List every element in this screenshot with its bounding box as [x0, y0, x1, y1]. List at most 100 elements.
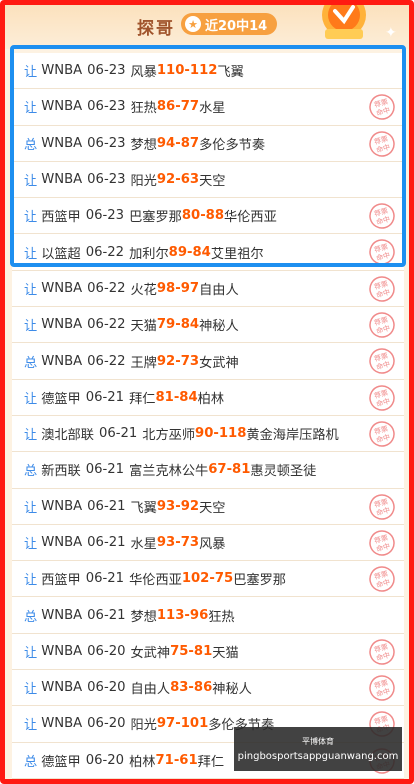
- away-score: 112: [189, 63, 218, 79]
- away-score: 61: [179, 752, 198, 768]
- home-team: 风暴: [130, 65, 157, 81]
- home-score: 81: [155, 389, 174, 405]
- result-row[interactable]: 总 WNBA 06-23 梦想 94 - 87 多伦多节奏 荐票 命中: [12, 126, 404, 162]
- away-team: 惠灵顿圣徒: [250, 464, 317, 480]
- match-date: 06-22: [87, 280, 126, 296]
- away-team: 风暴: [199, 537, 226, 552]
- match-date: 06-23: [87, 63, 126, 79]
- bet-type-tag: 让: [24, 246, 38, 262]
- result-row[interactable]: 让 WNBA 06-23 阳光 92 - 63 天空: [12, 162, 404, 199]
- league-name: WNBA: [41, 716, 83, 732]
- league-name: 西篮甲: [41, 573, 81, 589]
- result-row[interactable]: 让西篮甲 06-23 巴塞罗那 80 - 88 华伦西亚 荐票 命中: [12, 198, 404, 235]
- league-name: 新西联: [41, 464, 81, 480]
- away-team: 艾里祖尔: [210, 246, 264, 262]
- bet-type-tag: 让: [24, 174, 38, 190]
- match-date: 06-22: [85, 244, 125, 260]
- result-row[interactable]: 让 WNBA 06-21 飞翼 93 - 92 天空 荐票 命中: [12, 489, 404, 525]
- match-date: 06-23: [85, 208, 125, 224]
- watermark-line2: pingbosportsappguanwang.com: [237, 751, 399, 762]
- result-row[interactable]: 让 WNBA 06-20 女武神 75 - 81 天猫 荐票 命中: [12, 634, 404, 671]
- result-row[interactable]: 让 WNBA 06-23 狂热 86 - 77 水星 荐票 命中: [12, 89, 404, 126]
- home-team: 北方巫师: [142, 428, 196, 444]
- hit-stamp-icon: 荐票命中: [369, 312, 395, 338]
- away-team: 天空: [199, 174, 226, 190]
- league-name: 西篮甲: [41, 210, 81, 226]
- result-list: 让 WNBA 06-23 风暴 110 - 112 飞翼让 WNBA 06-23 狂热 86 - …: [12, 53, 404, 779]
- home-score: 102: [181, 571, 210, 587]
- hit-stamp-icon: 荐票命中: [369, 348, 395, 375]
- record-badge: ★ 近20中14: [181, 13, 278, 35]
- hit-stamp-icon: 荐票命中: [369, 566, 395, 592]
- away-score: 84: [180, 317, 200, 333]
- away-score: 63: [180, 172, 200, 188]
- trophy-medal-icon: [322, 5, 366, 39]
- league-name: WNBA: [41, 643, 83, 659]
- home-score: 71: [155, 752, 174, 768]
- away-team: 天空: [199, 500, 226, 516]
- match-date: 06-21: [85, 571, 125, 587]
- away-score: 73: [180, 353, 200, 369]
- home-score: 75: [170, 643, 189, 659]
- away-score: 96: [189, 607, 209, 623]
- result-row[interactable]: 让 WNBA 06-21 水星 93 - 73 风暴 荐票 命中: [12, 525, 404, 562]
- match-date: 06-21: [85, 462, 125, 478]
- result-row[interactable]: 让 WNBA 06-22 火花 98 - 97 自由人 荐票 命中: [12, 271, 404, 308]
- away-team: 拜仁: [197, 754, 225, 770]
- away-team: 天猫: [212, 645, 239, 661]
- bet-type-tag: 让: [24, 682, 38, 698]
- result-row[interactable]: 总 WNBA 06-22 王牌 92 - 73 女武神 荐票 命中: [12, 343, 404, 380]
- league-name: WNBA: [41, 280, 83, 296]
- result-row[interactable]: 让德篮甲 06-21 拜仁 81 - 84 柏林 荐票 命中: [12, 380, 404, 416]
- away-team: 多伦多节奏: [199, 137, 266, 153]
- result-row[interactable]: 让西篮甲 06-21 华伦西亚 102 - 75 巴塞罗那 荐票 命中: [12, 561, 404, 598]
- away-team: 水星: [199, 101, 226, 117]
- result-row[interactable]: 总 WNBA 06-21 梦想 113 - 96 狂热: [12, 597, 404, 634]
- bet-type-tag: 让: [24, 65, 38, 81]
- away-score: 118: [218, 426, 247, 442]
- match-date: 06-22: [87, 353, 126, 369]
- result-row[interactable]: 让以篮超 06-22 加利尔 89 - 84 艾里祖尔 荐票 命中: [12, 234, 404, 271]
- match-date: 06-23: [87, 99, 126, 115]
- home-score: 67: [208, 462, 227, 478]
- league-name: WNBA: [41, 99, 83, 115]
- league-name: 德篮甲: [41, 391, 81, 407]
- home-team: 阳光: [130, 718, 157, 734]
- bet-type-tag: 让: [24, 391, 38, 407]
- home-team: 天猫: [130, 319, 157, 335]
- away-team: 华伦西亚: [224, 210, 277, 226]
- match-date: 06-20: [85, 752, 125, 768]
- match-date: 06-21: [98, 426, 138, 442]
- home-team: 飞翼: [130, 500, 157, 516]
- bet-type-tag: 让: [24, 319, 38, 335]
- home-team: 富兰克林公牛: [129, 464, 209, 480]
- away-team: 神秘人: [212, 682, 252, 698]
- result-row[interactable]: 让 WNBA 06-22 天猫 79 - 84 神秘人 荐票 命中: [12, 307, 404, 344]
- result-row[interactable]: 让 WNBA 06-23 风暴 110 - 112 飞翼: [12, 53, 404, 90]
- league-name: WNBA: [41, 353, 83, 369]
- hit-stamp-icon: 荐票命中: [369, 530, 395, 556]
- bet-type-tag: 让: [24, 537, 38, 552]
- home-score: 79: [156, 317, 176, 333]
- hit-stamp-icon: 荐票命中: [369, 639, 395, 665]
- away-score: 84: [179, 389, 198, 405]
- result-row[interactable]: 让 WNBA 06-20 自由人 83 - 86 神秘人 荐票 命中: [12, 670, 404, 707]
- league-name: WNBA: [41, 172, 83, 188]
- league-name: WNBA: [41, 680, 83, 696]
- match-date: 06-21: [87, 607, 126, 623]
- bet-type-tag: 让: [24, 210, 38, 226]
- result-row[interactable]: 让澳北部联 06-21 北方巫师 90 - 118 黄金海岸压路机 荐票 命中: [12, 416, 404, 453]
- home-team: 拜仁: [129, 391, 156, 407]
- away-score: 75: [214, 571, 234, 587]
- sparkle-icon: ✦: [385, 25, 397, 41]
- panel-header: 探哥 ★ 近20中14 ✦: [5, 5, 409, 49]
- away-team: 黄金海岸压路机: [246, 428, 339, 444]
- away-team: 柏林: [197, 391, 225, 407]
- bet-type-tag: 让: [24, 282, 38, 298]
- away-score: 73: [180, 535, 200, 550]
- home-team: 狂热: [130, 101, 157, 117]
- home-score: 110: [156, 63, 185, 79]
- result-row[interactable]: 总新西联 06-21 富兰克林公牛 67 - 81 惠灵顿圣徒: [12, 452, 404, 489]
- home-score: 94: [156, 135, 176, 151]
- league-name: WNBA: [41, 317, 83, 333]
